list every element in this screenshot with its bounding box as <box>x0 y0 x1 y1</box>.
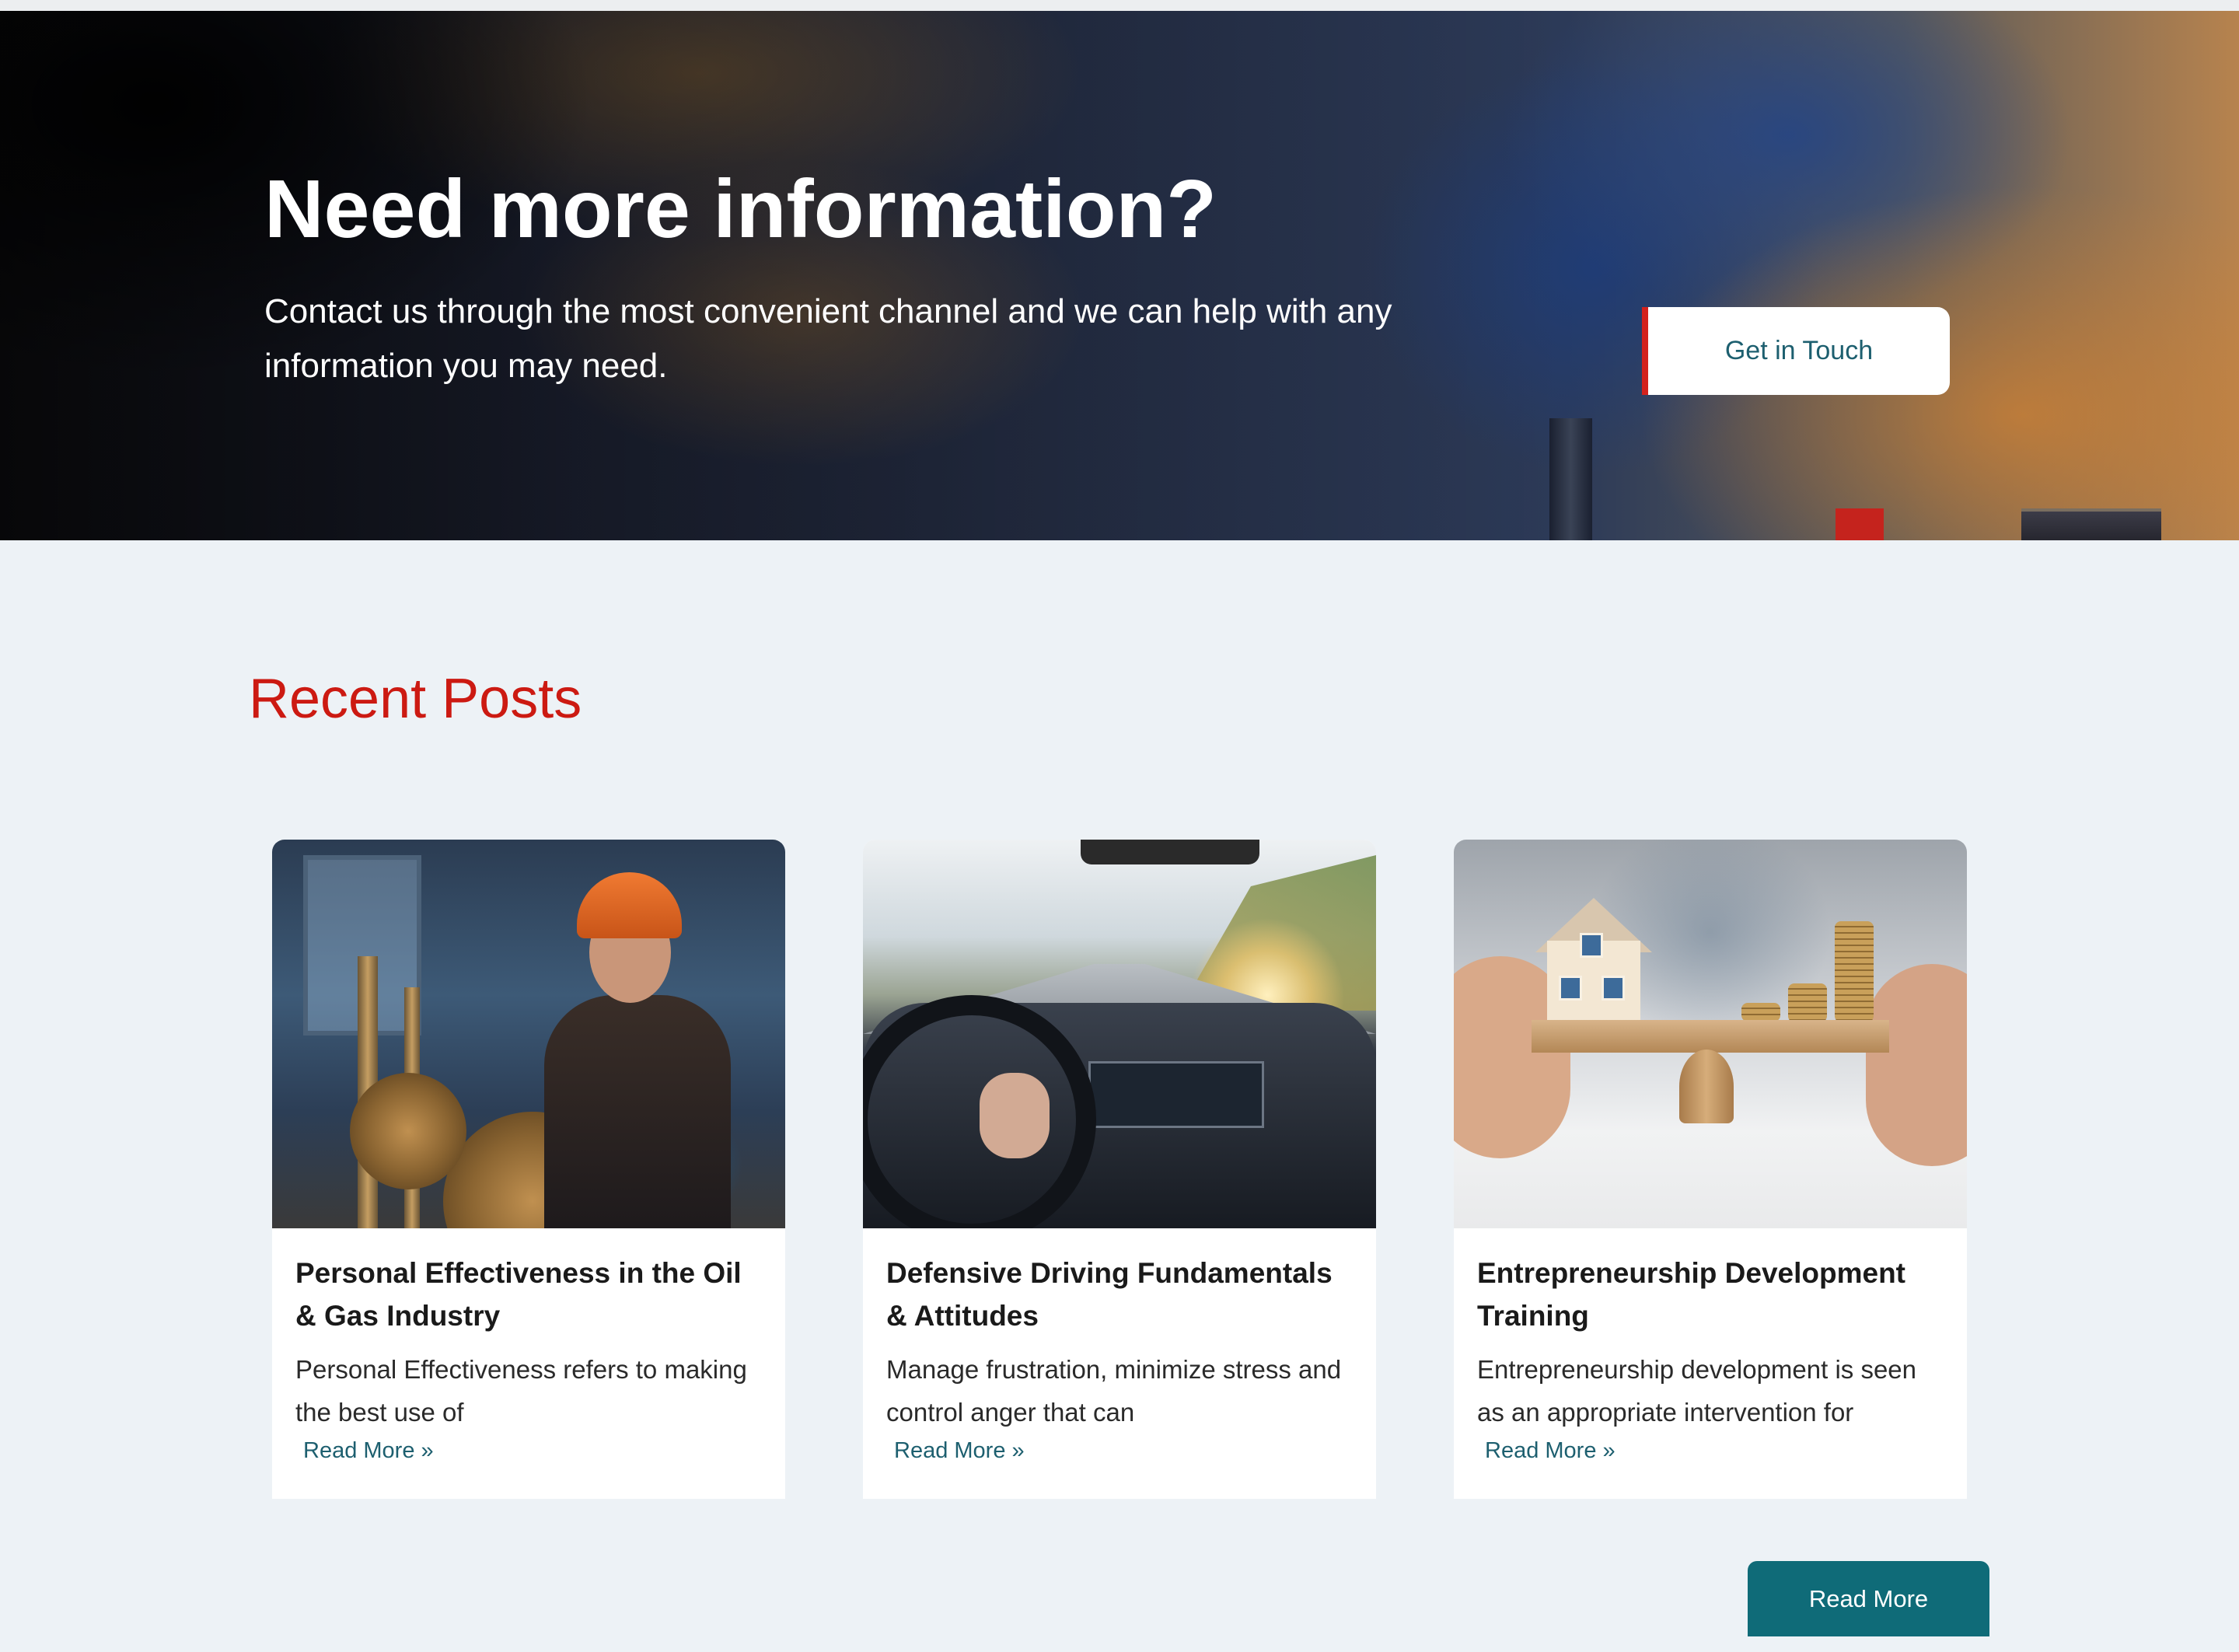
post-card-oil-gas: Personal Effectiveness in the Oil & Gas … <box>272 840 785 1499</box>
cta-title: Need more information? <box>264 163 1217 255</box>
factory-graphic <box>2021 508 2161 540</box>
post-read-more-link[interactable]: Read More » <box>1485 1438 1616 1464</box>
post-read-more-link[interactable]: Read More » <box>303 1438 434 1464</box>
right-hand-graphic <box>1866 964 1967 1166</box>
post-image-oil-gas[interactable] <box>272 840 785 1228</box>
post-card-defensive-driving: Defensive Driving Fundamentals & Attitud… <box>863 840 1376 1499</box>
post-image-entrepreneurship[interactable] <box>1454 840 1967 1228</box>
hero-overlay <box>0 11 2239 540</box>
post-image-defensive-driving[interactable] <box>863 840 1376 1228</box>
coin-stack-graphic <box>1788 983 1827 1022</box>
house-window-graphic <box>1559 976 1582 1001</box>
hand-graphic <box>980 1073 1050 1158</box>
house-window-graphic <box>1580 933 1603 958</box>
post-card-entrepreneurship: Entrepreneurship Development Training En… <box>1454 840 1967 1499</box>
recent-posts-heading: Recent Posts <box>249 668 582 730</box>
balance-pivot-graphic <box>1679 1050 1734 1123</box>
post-card-body: Defensive Driving Fundamentals & Attitud… <box>863 1228 1376 1464</box>
get-in-touch-button[interactable]: Get in Touch <box>1642 307 1950 395</box>
post-excerpt: Entrepreneurship development is seen as … <box>1477 1355 1917 1427</box>
post-title[interactable]: Personal Effectiveness in the Oil & Gas … <box>295 1252 762 1337</box>
valve-graphic <box>350 1073 466 1189</box>
coin-stack-graphic <box>1835 921 1874 1022</box>
post-read-more-link[interactable]: Read More » <box>894 1438 1025 1464</box>
cta-subtitle: Contact us through the most convenient c… <box>264 292 1392 385</box>
top-strip <box>0 0 2239 11</box>
chimney-red-graphic <box>1836 508 1884 540</box>
house-window-graphic <box>1602 976 1625 1001</box>
post-excerpt: Personal Effectiveness refers to making … <box>295 1355 747 1427</box>
worker-body-graphic <box>544 995 731 1228</box>
post-title[interactable]: Defensive Driving Fundamentals & Attitud… <box>886 1252 1353 1337</box>
coin-stack-graphic <box>1741 1003 1780 1022</box>
read-more-button[interactable]: Read More <box>1748 1561 1989 1636</box>
cta-banner: Need more information? Contact us throug… <box>0 11 2239 540</box>
rearview-mirror-graphic <box>1081 840 1259 864</box>
post-excerpt: Manage frustration, minimize stress and … <box>886 1355 1342 1427</box>
post-card-body: Entrepreneurship Development Training En… <box>1454 1228 1967 1464</box>
chimney-graphic <box>1549 418 1592 540</box>
post-title[interactable]: Entrepreneurship Development Training <box>1477 1252 1944 1337</box>
post-card-body: Personal Effectiveness in the Oil & Gas … <box>272 1228 785 1464</box>
hard-hat-graphic <box>577 872 682 938</box>
car-screen-graphic <box>1088 1061 1264 1128</box>
balance-plank-graphic <box>1532 1020 1889 1053</box>
